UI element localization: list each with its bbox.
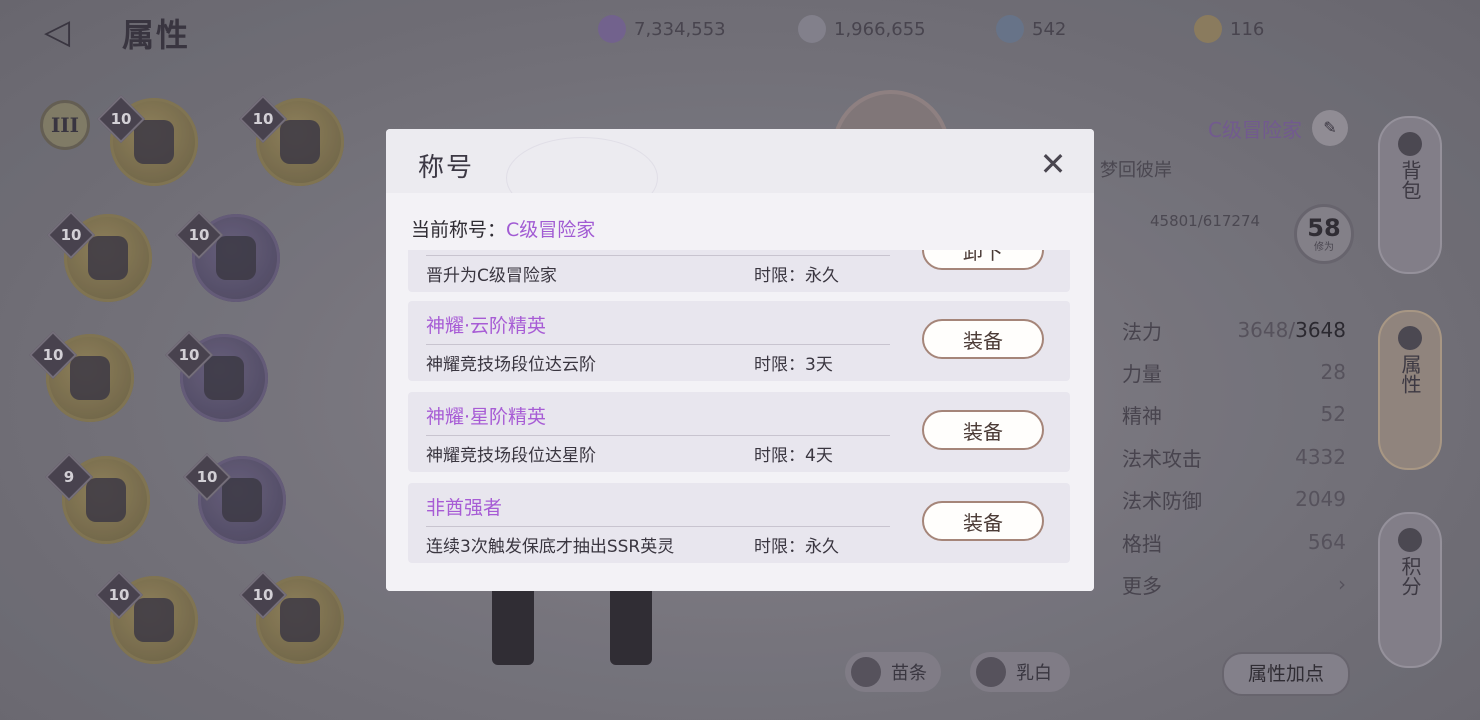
title-time-limit: 时限：永久	[754, 266, 839, 286]
title-name: 神耀·云阶精英	[426, 315, 547, 337]
title-name: 非酋强者	[426, 497, 503, 519]
modal-body: 当前称号：C级冒险家 晋升为C级冒险家 时限：永久 卸下 神耀·云阶精英 神耀竞…	[386, 193, 1094, 591]
title-description: 连续3次触发保底才抽出SSR英灵	[426, 537, 675, 557]
equip-button[interactable]: 装备	[922, 319, 1044, 359]
list-item: 神耀·星阶精英 神耀竞技场段位达星阶 时限：4天 装备	[408, 392, 1070, 472]
title-time-limit: 时限：永久	[754, 537, 839, 557]
title-name: 神耀·星阶精英	[426, 406, 547, 428]
title-description: 神耀竞技场段位达星阶	[426, 446, 596, 466]
list-item: 神耀·云阶精英 神耀竞技场段位达云阶 时限：3天 装备	[408, 301, 1070, 381]
title-description: 神耀竞技场段位达云阶	[426, 355, 596, 375]
title-time-limit: 时限：4天	[754, 446, 833, 466]
close-icon[interactable]: ✕	[1036, 147, 1070, 181]
equip-button[interactable]: 装备	[922, 410, 1044, 450]
list-item: 非酋强者 连续3次触发保底才抽出SSR英灵 时限：永久 装备	[408, 483, 1070, 563]
modal-header: 称号 ✕	[386, 129, 1094, 219]
title-time-limit: 时限：3天	[754, 355, 833, 375]
current-title: 当前称号：C级冒险家	[411, 219, 596, 241]
unequip-button[interactable]: 卸下	[922, 250, 1044, 270]
list-item: 晋升为C级冒险家 时限：永久 卸下	[408, 250, 1070, 292]
title-description: 晋升为C级冒险家	[426, 266, 557, 286]
title-list[interactable]: 晋升为C级冒险家 时限：永久 卸下 神耀·云阶精英 神耀竞技场段位达云阶 时限：…	[408, 250, 1072, 580]
modal-title: 称号	[418, 153, 475, 183]
title-modal: 称号 ✕ 当前称号：C级冒险家 晋升为C级冒险家 时限：永久 卸下 神耀·云阶精…	[386, 129, 1094, 591]
equip-button[interactable]: 装备	[922, 501, 1044, 541]
